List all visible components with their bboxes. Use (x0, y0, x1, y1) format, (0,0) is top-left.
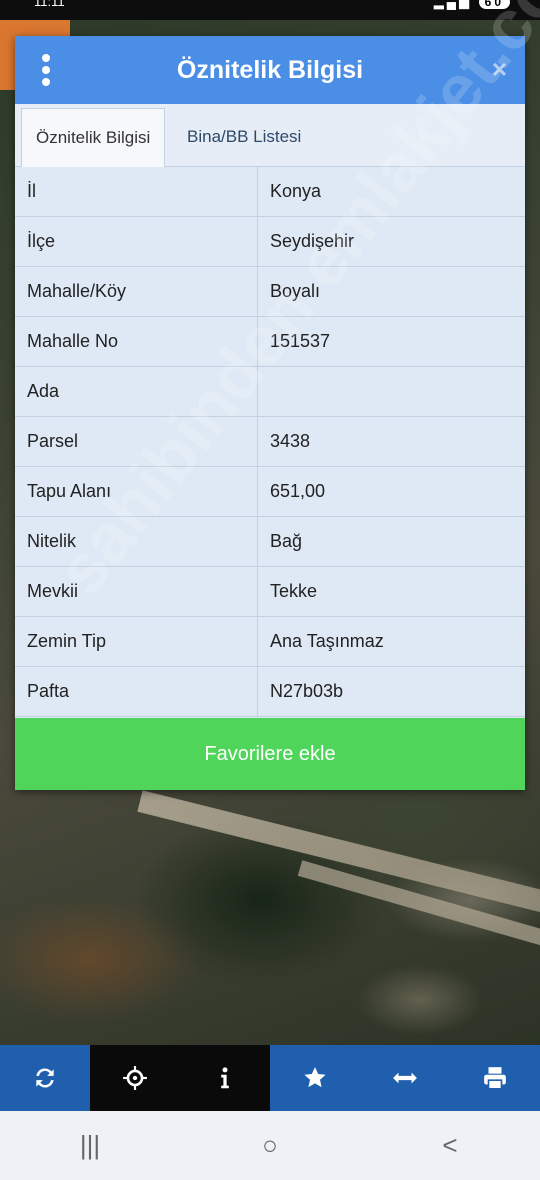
bottom-toolbar (0, 1045, 540, 1111)
back-button[interactable]: < (410, 1116, 490, 1176)
dialog-header: Öznitelik Bilgisi × (15, 36, 525, 104)
row-value: Boyalı (257, 266, 525, 317)
row-value: Ana Taşınmaz (257, 616, 525, 667)
system-nav-bar: ||| ○ < (0, 1111, 540, 1180)
table-row: Pafta N27b03b (15, 666, 525, 717)
add-favorite-button[interactable]: Favorilere ekle (15, 718, 525, 790)
status-bar: 11:11 ▂▄▆ 60 (0, 0, 540, 20)
row-value (257, 366, 525, 417)
table-row: Mahalle/Köy Boyalı (15, 266, 525, 317)
table-row: Nitelik Bağ (15, 516, 525, 567)
row-key: İl (15, 167, 258, 217)
row-value: 3438 (257, 416, 525, 467)
row-value: N27b03b (257, 666, 525, 717)
battery-indicator: 60 (478, 0, 510, 9)
status-icons: ▂▄▆ 60 (434, 0, 510, 10)
print-icon (484, 1067, 506, 1090)
row-value: Tekke (257, 566, 525, 617)
row-value: 151537 (257, 316, 525, 367)
row-key: Mevkii (15, 566, 258, 617)
measure-button[interactable] (360, 1045, 450, 1111)
row-key: Nitelik (15, 516, 258, 567)
row-key: Mahalle/Köy (15, 266, 258, 317)
locate-button[interactable] (90, 1045, 180, 1111)
refresh-button[interactable] (0, 1045, 90, 1111)
favorites-button[interactable] (270, 1045, 360, 1111)
dialog-title: Öznitelik Bilgisi (176, 56, 364, 84)
row-value: Seydişehir (257, 216, 525, 267)
recent-apps-button[interactable]: ||| (50, 1116, 130, 1176)
info-icon (221, 1067, 229, 1089)
refresh-icon (36, 1068, 54, 1088)
map-road (137, 790, 540, 923)
signal-icon: ▂▄▆ (433, 0, 473, 9)
measure-icon (393, 1072, 417, 1084)
table-row: Mevkii Tekke (15, 566, 525, 617)
row-key: İlçe (15, 216, 258, 267)
crosshair-icon (123, 1066, 147, 1090)
table-row: Mahalle No 151537 (15, 316, 525, 367)
row-key: Pafta (15, 666, 258, 717)
row-value: 651,00 (257, 466, 525, 517)
table-row: Tapu Alanı 651,00 (15, 466, 525, 517)
tab-building-list[interactable]: Bina/BB Listesi (173, 108, 315, 166)
print-button[interactable] (450, 1045, 540, 1111)
dialog-tabs: Öznitelik Bilgisi Bina/BB Listesi (15, 104, 525, 168)
row-key: Tapu Alanı (15, 466, 258, 517)
row-value: Bağ (257, 516, 525, 567)
close-icon[interactable]: × (492, 54, 507, 84)
attribute-table: İl Konya İlçe Seydişehir Mahalle/Köy Boy… (15, 167, 525, 717)
star-icon (304, 1067, 326, 1088)
row-key: Zemin Tip (15, 616, 258, 667)
home-button[interactable]: ○ (230, 1116, 310, 1176)
table-row: İlçe Seydişehir (15, 216, 525, 267)
table-row: Zemin Tip Ana Taşınmaz (15, 616, 525, 667)
row-key: Parsel (15, 416, 258, 467)
row-key: Mahalle No (15, 316, 258, 367)
attribute-dialog: Öznitelik Bilgisi × Öznitelik Bilgisi Bi… (15, 36, 525, 790)
info-button[interactable] (180, 1045, 270, 1111)
table-row: İl Konya (15, 167, 525, 217)
row-value: Konya (257, 167, 525, 217)
tab-attribute-info[interactable]: Öznitelik Bilgisi (21, 108, 166, 168)
row-key: Ada (15, 366, 258, 417)
status-time: 11:11 (34, 0, 65, 9)
table-row: Ada (15, 366, 525, 417)
table-row: Parsel 3438 (15, 416, 525, 467)
